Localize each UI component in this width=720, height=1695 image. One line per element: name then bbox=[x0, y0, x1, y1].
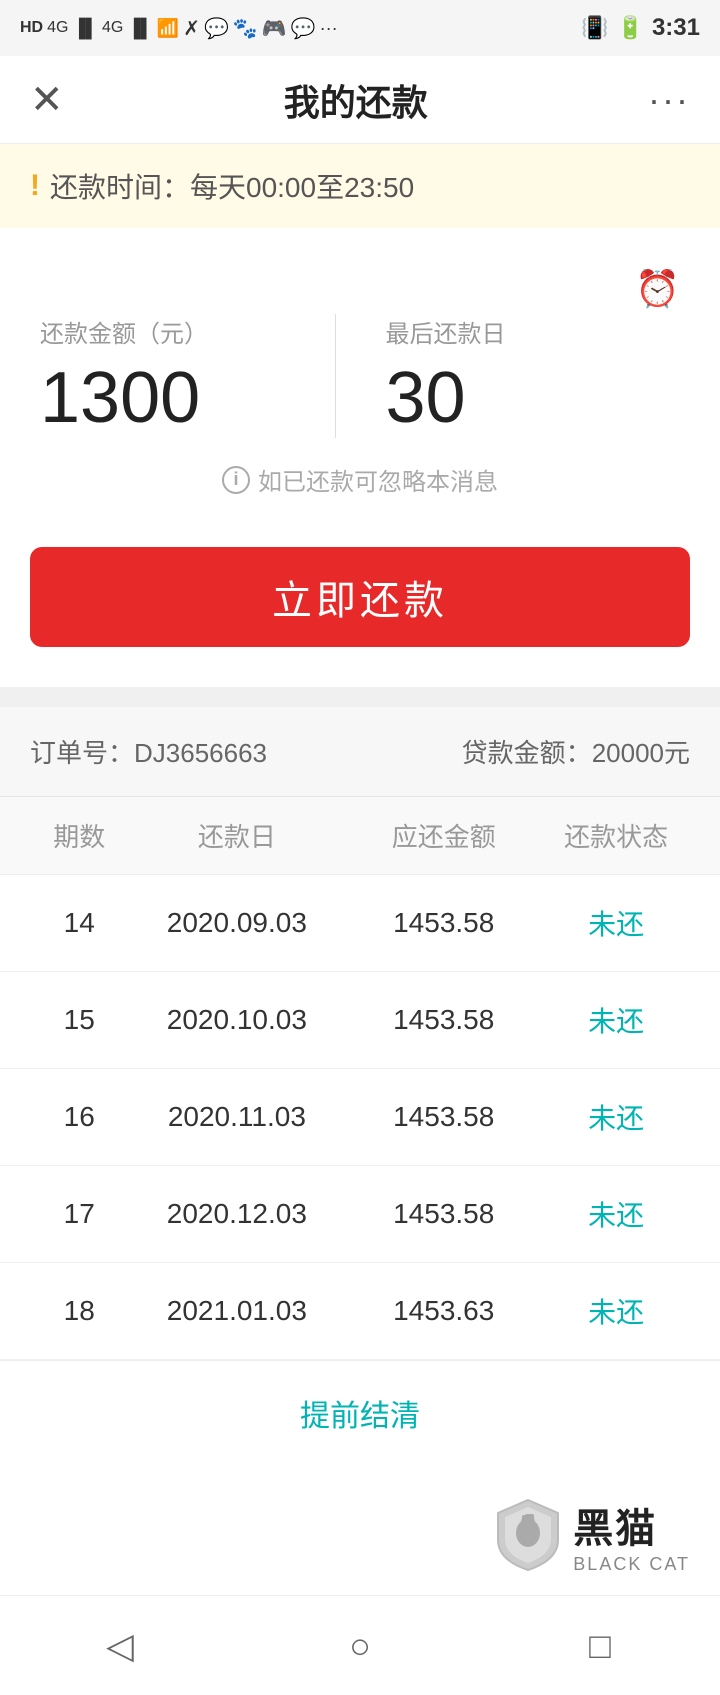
summary-row: 还款金额（元） 1300 最后还款日 30 bbox=[40, 314, 680, 438]
info-icon: i bbox=[222, 466, 250, 494]
row4-period: 17 bbox=[30, 1198, 129, 1230]
home-button[interactable]: ○ bbox=[310, 1616, 410, 1676]
row5-period: 18 bbox=[30, 1295, 129, 1327]
more-button[interactable]: ··· bbox=[648, 79, 690, 121]
header-date: 还款日 bbox=[129, 817, 346, 854]
pay-now-button[interactable]: 立即还款 bbox=[30, 547, 690, 647]
bottom-nav: ◁ ○ □ bbox=[0, 1595, 720, 1695]
due-date-value: 30 bbox=[386, 359, 466, 438]
app-icon: 🎮 bbox=[262, 16, 287, 41]
recent-button[interactable]: □ bbox=[550, 1616, 650, 1676]
table-row: 14 2020.09.03 1453.58 未还 bbox=[0, 875, 720, 972]
early-settle-button[interactable]: 提前结清 bbox=[300, 1391, 420, 1435]
logo-text-wrap: 黑猫 BLACK CAT bbox=[573, 1496, 690, 1575]
order-no-value: DJ3656663 bbox=[134, 738, 267, 768]
wifi-icon: 📶 bbox=[157, 18, 179, 39]
amount-value: 1300 bbox=[40, 359, 200, 438]
dots-icon: ··· bbox=[320, 18, 338, 39]
info-text-row: i 如已还款可忽略本消息 bbox=[40, 462, 680, 497]
loan-amount-label: 贷款金额： bbox=[462, 738, 592, 768]
row2-amount: 1453.58 bbox=[345, 1004, 542, 1036]
loan-amount: 贷款金额：20000元 bbox=[462, 733, 690, 770]
row2-status[interactable]: 未还 bbox=[542, 1000, 690, 1040]
nav-bar: ✕ 我的还款 ··· bbox=[0, 56, 720, 144]
row4-status[interactable]: 未还 bbox=[542, 1194, 690, 1234]
status-unpaid-4[interactable]: 未还 bbox=[588, 1200, 644, 1231]
logo-chinese: 黑猫 bbox=[573, 1496, 657, 1554]
row1-status[interactable]: 未还 bbox=[542, 903, 690, 943]
page-title: 我的还款 bbox=[284, 74, 428, 126]
vibrate-icon: 📳 bbox=[581, 15, 608, 41]
amount-col: 还款金额（元） 1300 bbox=[40, 314, 335, 438]
row4-date: 2020.12.03 bbox=[129, 1198, 346, 1230]
status-unpaid-5[interactable]: 未还 bbox=[588, 1297, 644, 1328]
table-row: 18 2021.01.03 1453.63 未还 bbox=[0, 1263, 720, 1360]
pay-button-wrap: 立即还款 bbox=[0, 547, 720, 687]
baidu-icon: 🐾 bbox=[233, 16, 258, 41]
signal-bars-2: ▐▌ bbox=[127, 18, 153, 39]
row3-status[interactable]: 未还 bbox=[542, 1097, 690, 1137]
notice-text: 还款时间：每天00:00至23:50 bbox=[50, 166, 414, 206]
row5-amount: 1453.63 bbox=[345, 1295, 542, 1327]
status-left: HD 4G ▐▌ 4G ▐▌ 📶 ✗ 💬 🐾 🎮 💬 ··· bbox=[20, 16, 338, 41]
header-amount: 应还金额 bbox=[345, 817, 542, 854]
row5-status[interactable]: 未还 bbox=[542, 1291, 690, 1331]
status-unpaid-1[interactable]: 未还 bbox=[588, 909, 644, 940]
logo-english: BLACK CAT bbox=[573, 1554, 690, 1575]
order-no: 订单号：DJ3656663 bbox=[30, 733, 267, 770]
shield-logo-icon bbox=[493, 1495, 563, 1575]
table-row: 16 2020.11.03 1453.58 未还 bbox=[0, 1069, 720, 1166]
summary-card: ⏰ 还款金额（元） 1300 最后还款日 30 i 如已还款可忽略本消息 bbox=[0, 228, 720, 547]
row3-amount: 1453.58 bbox=[345, 1101, 542, 1133]
alarm-icon: ⏰ bbox=[635, 268, 680, 310]
signal-bars: ▐▌ bbox=[72, 18, 98, 39]
signal-hd: HD bbox=[20, 19, 43, 37]
status-bar: HD 4G ▐▌ 4G ▐▌ 📶 ✗ 💬 🐾 🎮 💬 ··· 📳 🔋 3:31 bbox=[0, 0, 720, 56]
status-right: 📳 🔋 3:31 bbox=[581, 14, 700, 42]
header-period: 期数 bbox=[30, 817, 129, 854]
close-button[interactable]: ✕ bbox=[30, 77, 64, 123]
table-row: 17 2020.12.03 1453.58 未还 bbox=[0, 1166, 720, 1263]
row3-date: 2020.11.03 bbox=[129, 1101, 346, 1133]
table-header: 期数 还款日 应还金额 还款状态 bbox=[0, 797, 720, 875]
order-no-label: 订单号： bbox=[30, 738, 134, 768]
bottom-logo: 黑猫 BLACK CAT bbox=[0, 1465, 720, 1595]
row5-date: 2021.01.03 bbox=[129, 1295, 346, 1327]
status-unpaid-2[interactable]: 未还 bbox=[588, 1006, 644, 1037]
due-date-label: 最后还款日 bbox=[386, 314, 506, 349]
back-button[interactable]: ◁ bbox=[70, 1616, 170, 1676]
due-date-col: 最后还款日 30 bbox=[335, 314, 681, 438]
message-icon: 💬 bbox=[291, 16, 316, 41]
header-status: 还款状态 bbox=[542, 817, 690, 854]
order-info: 订单号：DJ3656663 贷款金额：20000元 bbox=[0, 707, 720, 797]
table-row: 15 2020.10.03 1453.58 未还 bbox=[0, 972, 720, 1069]
row2-date: 2020.10.03 bbox=[129, 1004, 346, 1036]
early-settle-wrap: 提前结清 bbox=[0, 1360, 720, 1465]
loan-amount-value: 20000元 bbox=[592, 738, 690, 768]
notice-banner: ! 还款时间：每天00:00至23:50 bbox=[0, 144, 720, 228]
row1-period: 14 bbox=[30, 907, 129, 939]
row3-period: 16 bbox=[30, 1101, 129, 1133]
signal-4g: 4G bbox=[47, 19, 68, 37]
notice-icon: ! bbox=[30, 169, 40, 203]
signal-4g-2: 4G bbox=[102, 19, 123, 37]
row1-date: 2020.09.03 bbox=[129, 907, 346, 939]
repay-table: 期数 还款日 应还金额 还款状态 14 2020.09.03 1453.58 未… bbox=[0, 797, 720, 1360]
row2-period: 15 bbox=[30, 1004, 129, 1036]
row4-amount: 1453.58 bbox=[345, 1198, 542, 1230]
info-text: 如已还款可忽略本消息 bbox=[258, 462, 498, 497]
call-icon: ✗ bbox=[183, 16, 200, 41]
battery-icon: 🔋 bbox=[617, 15, 644, 41]
section-gap bbox=[0, 687, 720, 707]
wechat-icon: 💬 bbox=[204, 16, 229, 41]
row1-amount: 1453.58 bbox=[345, 907, 542, 939]
status-unpaid-3[interactable]: 未还 bbox=[588, 1103, 644, 1134]
time-display: 3:31 bbox=[652, 14, 700, 42]
amount-label: 还款金额（元） bbox=[40, 314, 208, 349]
